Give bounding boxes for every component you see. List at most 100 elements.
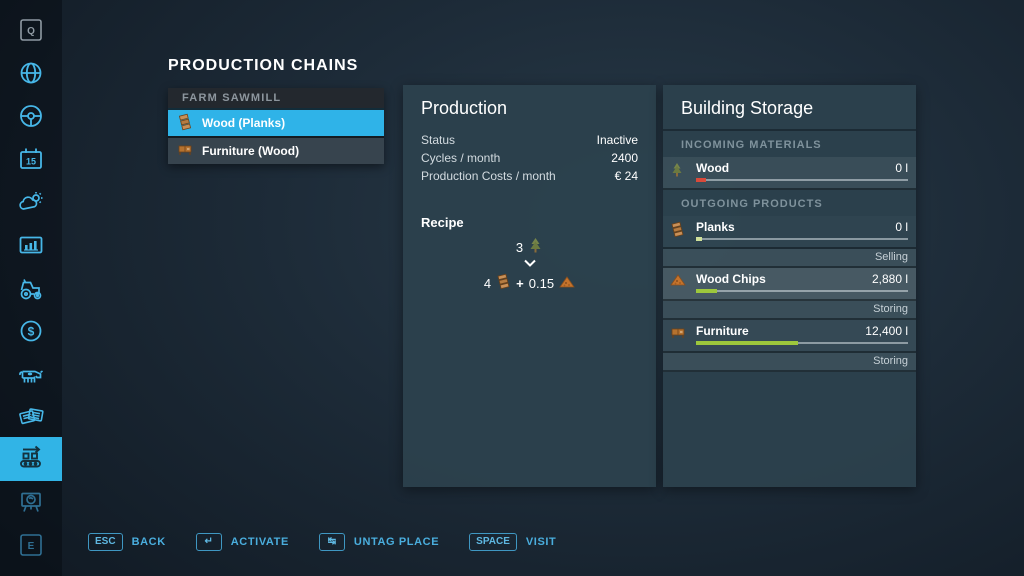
recipe-heading: Recipe xyxy=(403,185,656,236)
storage-title: Building Storage xyxy=(663,85,916,129)
storage-item-amount: 0 l xyxy=(895,161,908,175)
production-chain-list: FARM SAWMILL Wood (Planks) Furniture (Wo… xyxy=(168,88,384,164)
space-key-icon: SPACE xyxy=(469,533,517,551)
hint-label: BACK xyxy=(132,536,166,548)
q-key-icon: Q xyxy=(18,17,44,43)
planks-icon xyxy=(177,113,193,134)
storage-row-wood[interactable]: Wood 0 l xyxy=(663,157,916,190)
production-info: Status Inactive Cycles / month 2400 Prod… xyxy=(403,129,656,185)
hint-visit[interactable]: SPACE VISIT xyxy=(469,533,556,551)
fill-bar-fill xyxy=(696,237,702,241)
hint-activate[interactable]: ↵ ACTIVATE xyxy=(196,533,289,551)
storage-item-name: Wood xyxy=(696,161,729,175)
storage-row-wood-chips[interactable]: Wood Chips 2,880 l xyxy=(663,268,916,301)
fill-bar-fill xyxy=(696,289,717,293)
planks-icon xyxy=(496,273,511,293)
page-title: PRODUCTION CHAINS xyxy=(168,57,358,75)
tree-icon xyxy=(670,162,684,183)
status-label: Status xyxy=(421,131,455,149)
storage-item-name: Furniture xyxy=(696,324,749,338)
svg-text:E: E xyxy=(28,541,35,552)
chain-item-furniture-wood[interactable]: Furniture (Wood) xyxy=(168,136,384,164)
fill-bar xyxy=(696,236,908,242)
contracts-icon xyxy=(16,402,46,432)
hint-label: ACTIVATE xyxy=(231,536,289,548)
chain-list-header: FARM SAWMILL xyxy=(168,88,384,108)
hint-untag-place[interactable]: ↹ UNTAG PLACE xyxy=(319,533,439,551)
outgoing-products-header: OUTGOING PRODUCTS xyxy=(663,190,916,216)
production-title: Production xyxy=(403,85,656,129)
chain-item-label: Wood (Planks) xyxy=(202,116,285,130)
hint-back[interactable]: ESC BACK xyxy=(88,533,166,551)
sidebar-item-multiplayer[interactable] xyxy=(0,58,62,88)
storage-mode-storing[interactable]: Storing xyxy=(663,353,916,372)
sidebar-item-contracts[interactable] xyxy=(0,402,62,432)
sidebar: Q 15 $ xyxy=(0,0,62,576)
cow-icon xyxy=(16,359,46,389)
esc-key-icon: ESC xyxy=(88,533,123,551)
recipe-byproduct-qty: 0.15 xyxy=(529,276,554,291)
storage-item-name: Planks xyxy=(696,220,735,234)
storage-mode-selling[interactable]: Selling xyxy=(663,249,916,268)
recipe-output-qty: 4 xyxy=(484,276,491,291)
fill-bar-track xyxy=(696,179,908,181)
sidebar-item-exit[interactable]: E xyxy=(0,530,62,560)
hint-label: UNTAG PLACE xyxy=(354,536,439,548)
sidebar-item-search[interactable]: Q xyxy=(0,15,62,45)
sidebar-item-vehicle-overview[interactable] xyxy=(0,101,62,131)
storage-mode-storing[interactable]: Storing xyxy=(663,301,916,320)
cycles-value: 2400 xyxy=(611,149,638,167)
weather-icon xyxy=(16,187,46,217)
svg-text:$: $ xyxy=(28,325,35,339)
sidebar-item-vehicles[interactable] xyxy=(0,273,62,303)
planks-icon xyxy=(670,221,685,243)
sidebar-item-animals[interactable] xyxy=(0,359,62,389)
furniture-icon xyxy=(177,142,193,161)
storage-item-amount: 2,880 l xyxy=(872,272,908,286)
fill-bar-track xyxy=(696,238,908,240)
storage-item-amount: 0 l xyxy=(895,220,908,234)
keybind-hints: ESC BACK ↵ ACTIVATE ↹ UNTAG PLACE SPACE … xyxy=(88,533,556,551)
svg-text:Q: Q xyxy=(27,26,35,37)
status-row: Status Inactive xyxy=(421,131,638,149)
furniture-icon xyxy=(670,325,686,346)
sidebar-item-finances[interactable]: $ xyxy=(0,316,62,346)
fill-bar-track xyxy=(696,290,908,292)
cycles-row: Cycles / month 2400 xyxy=(421,149,638,167)
chain-item-label: Furniture (Wood) xyxy=(202,144,299,158)
tab-key-icon: ↹ xyxy=(319,533,345,551)
fill-bar xyxy=(696,177,908,183)
statistics-icon xyxy=(16,230,46,260)
costs-row: Production Costs / month € 24 xyxy=(421,167,638,185)
incoming-materials-header: INCOMING MATERIALS xyxy=(663,131,916,157)
tree-icon xyxy=(528,237,543,257)
storage-item-amount: 12,400 l xyxy=(865,324,908,338)
production-panel: Production Status Inactive Cycles / mont… xyxy=(403,85,656,487)
sidebar-item-weather[interactable] xyxy=(0,187,62,217)
fill-bar-fill xyxy=(696,341,798,345)
tractor-icon xyxy=(16,273,46,303)
e-key-icon: E xyxy=(18,532,44,558)
sidebar-item-calendar[interactable]: 15 xyxy=(0,144,62,174)
calendar-icon: 15 xyxy=(16,144,46,174)
storage-row-furniture[interactable]: Furniture 12,400 l xyxy=(663,320,916,353)
storage-item-name: Wood Chips xyxy=(696,272,766,286)
sidebar-item-production-chains[interactable] xyxy=(0,437,62,481)
finances-icon: $ xyxy=(16,316,46,346)
recipe-input-qty: 3 xyxy=(516,240,523,255)
sidebar-item-statistics[interactable] xyxy=(0,230,62,260)
wood-chips-icon xyxy=(670,273,686,292)
costs-label: Production Costs / month xyxy=(421,167,556,185)
recipe-plus: + xyxy=(516,276,524,291)
recipe-output-line: 4 + 0.15 xyxy=(403,272,656,294)
globe-icon xyxy=(16,58,46,88)
chain-item-wood-planks[interactable]: Wood (Planks) xyxy=(168,108,384,136)
map-board-icon xyxy=(16,487,46,517)
cycles-label: Cycles / month xyxy=(421,149,500,167)
fill-bar xyxy=(696,288,908,294)
fill-bar xyxy=(696,340,908,346)
sidebar-item-map[interactable] xyxy=(0,487,62,517)
steering-wheel-icon xyxy=(16,101,46,131)
storage-row-planks[interactable]: Planks 0 l xyxy=(663,216,916,249)
svg-text:15: 15 xyxy=(26,157,36,167)
